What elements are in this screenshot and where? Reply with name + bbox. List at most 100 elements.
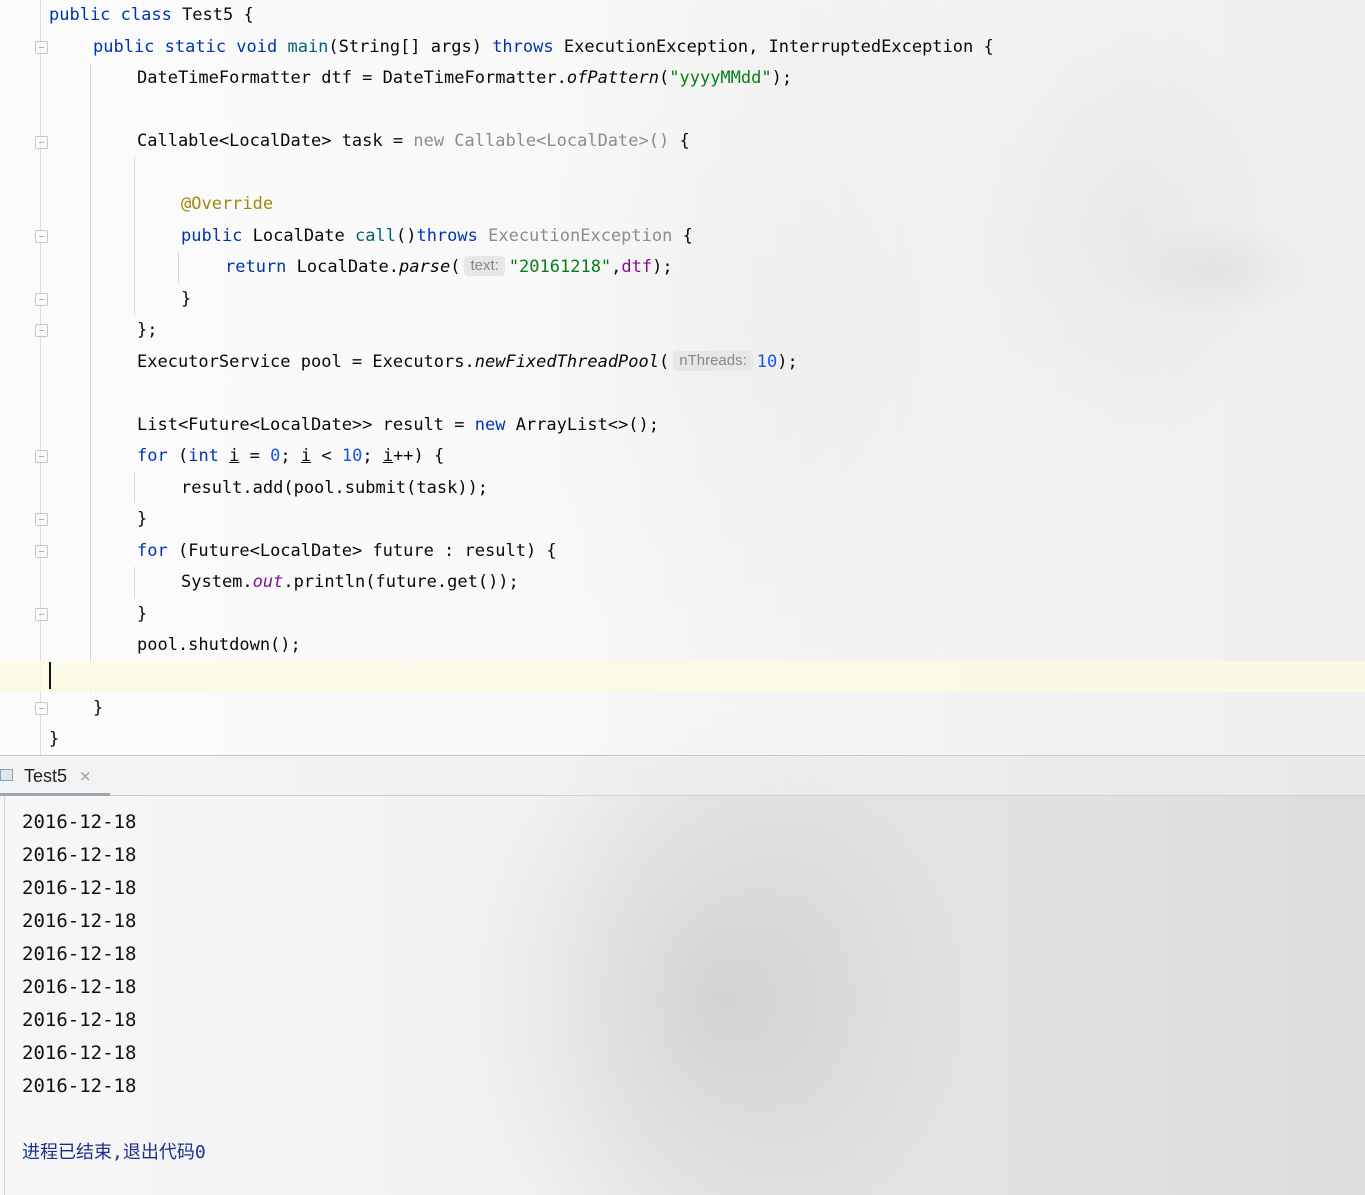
code-text: LocalDate. [296,257,400,277]
close-icon[interactable]: × [79,756,92,796]
code-text: { [669,131,690,151]
code-text: } [49,729,60,749]
output-line: 2016-12-18 [22,844,137,866]
code-text: ExecutorService pool = Executors. [137,352,475,372]
code-text: = [239,446,271,466]
keyword: int [188,446,219,466]
current-line-highlight[interactable] [0,661,1365,692]
code-text: }; [137,320,158,340]
number-literal: 10 [756,352,778,372]
code-line-24[interactable]: } [0,724,1365,755]
run-tab-test5[interactable]: Test5 × [0,756,110,796]
keyword: for [137,541,168,561]
code-text: LocalDate [252,226,356,246]
code-text: ExecutionException, InterruptedException… [553,37,994,57]
static-method: ofPattern [566,68,659,88]
static-method: newFixedThreadPool [474,352,659,372]
output-line: 2016-12-18 [22,1075,137,1097]
code-line-20[interactable]: } [0,599,1365,630]
keyword: public static void [93,37,288,57]
output-line: 2016-12-18 [22,1009,137,1031]
output-line: 2016-12-18 [22,910,137,932]
code-text: () [395,226,417,246]
code-line-10[interactable]: } [0,284,1365,315]
unused-exception: ExecutionException [477,226,673,246]
code-text: { [672,226,693,246]
code-text: pool.shutdown(); [137,635,301,655]
output-line: 2016-12-18 [22,1042,137,1064]
code-text: ; [362,446,383,466]
annotation: @Override [181,194,274,214]
string-literal: "yyyyMMdd" [669,68,772,88]
code-line-8[interactable]: public LocalDate call()throws ExecutionE… [0,221,1365,252]
code-line-2[interactable]: public static void main(String[] args) t… [0,32,1365,63]
code-text: System. [181,572,253,592]
class-name: Test5 { [182,5,254,25]
run-tab-label: Test5 [24,766,68,786]
code-line-21[interactable]: pool.shutdown(); [0,630,1365,661]
keyword: public class [49,5,183,25]
run-tab-bar: Test5 × [0,755,1365,796]
code-line-9[interactable]: return LocalDate.parse(text: "20161218",d… [0,252,1365,283]
code-text: ; [280,446,301,466]
code-text: ); [771,68,793,88]
code-line-19[interactable]: System.out.println(future.get()); [0,567,1365,598]
keyword: throws [492,37,554,57]
output-line: 2016-12-18 [22,877,137,899]
number-literal: 10 [341,446,363,466]
code-text: ( [450,257,461,277]
code-line-18[interactable]: for (Future<LocalDate> future : result) … [0,536,1365,567]
code-text: ); [777,352,798,372]
code-text: result.add(pool.submit(task)); [181,478,489,498]
keyword: return [225,257,297,277]
code-text: , [611,257,622,277]
loop-variable: i [300,446,312,466]
code-line-3[interactable]: DateTimeFormatter dtf = DateTimeFormatte… [0,63,1365,94]
folded-anonymous-class: new Callable<LocalDate>() [413,131,670,151]
code-line-23[interactable]: } [0,693,1365,724]
output-line: 2016-12-18 [22,811,137,833]
code-text: List<Future<LocalDate>> result = [137,415,475,435]
code-line-17[interactable]: } [0,504,1365,535]
process-exit-message: 进程已结束,退出代码0 [22,1142,206,1163]
code-text: DateTimeFormatter dtf = DateTimeFormatte… [137,68,567,88]
code-text: } [137,604,148,624]
code-text: (Future<LocalDate> future : result) { [167,541,557,561]
output-line: 2016-12-18 [22,943,137,965]
static-field: out [252,572,284,592]
code-line-15[interactable]: for (int i = 0; i < 10; i++) { [0,441,1365,472]
number-literal: 0 [270,446,281,466]
code-editor[interactable]: public class Test5 { public static void … [0,0,1365,755]
code-text: .println(future.get()); [283,572,519,592]
code-text: < [311,446,342,466]
loop-variable: i [229,446,240,466]
console-icon [0,769,13,781]
code-text: } [93,698,104,718]
code-line-12[interactable]: ExecutorService pool = Executors.newFixe… [0,347,1365,378]
string-literal: "20161218" [508,257,612,277]
method-name: call [355,226,396,246]
static-method: parse [399,257,451,277]
keyword: new [474,415,506,435]
code-text: ( [659,68,670,88]
code-text: ArrayList<>(); [505,415,660,435]
keyword: for [137,446,168,466]
code-text: } [181,289,192,309]
output-line: 2016-12-18 [22,976,137,998]
console-gutter [4,796,5,1195]
code-text: (String[] args) [328,37,493,57]
code-text: ++) { [393,446,445,466]
loop-variable: i [382,446,394,466]
parameter-hint: nThreads: [673,351,753,371]
keyword: public [181,226,253,246]
code-line-1[interactable]: public class Test5 { [0,0,1365,31]
code-text: ( [659,352,670,372]
code-line-16[interactable]: result.add(pool.submit(task)); [0,473,1365,504]
keyword: throws [416,226,478,246]
code-line-7[interactable]: @Override [0,189,1365,220]
code-line-14[interactable]: List<Future<LocalDate>> result = new Arr… [0,410,1365,441]
code-line-11[interactable]: }; [0,315,1365,346]
code-line-5[interactable]: Callable<LocalDate> task = new Callable<… [0,126,1365,157]
code-text: } [137,509,148,529]
